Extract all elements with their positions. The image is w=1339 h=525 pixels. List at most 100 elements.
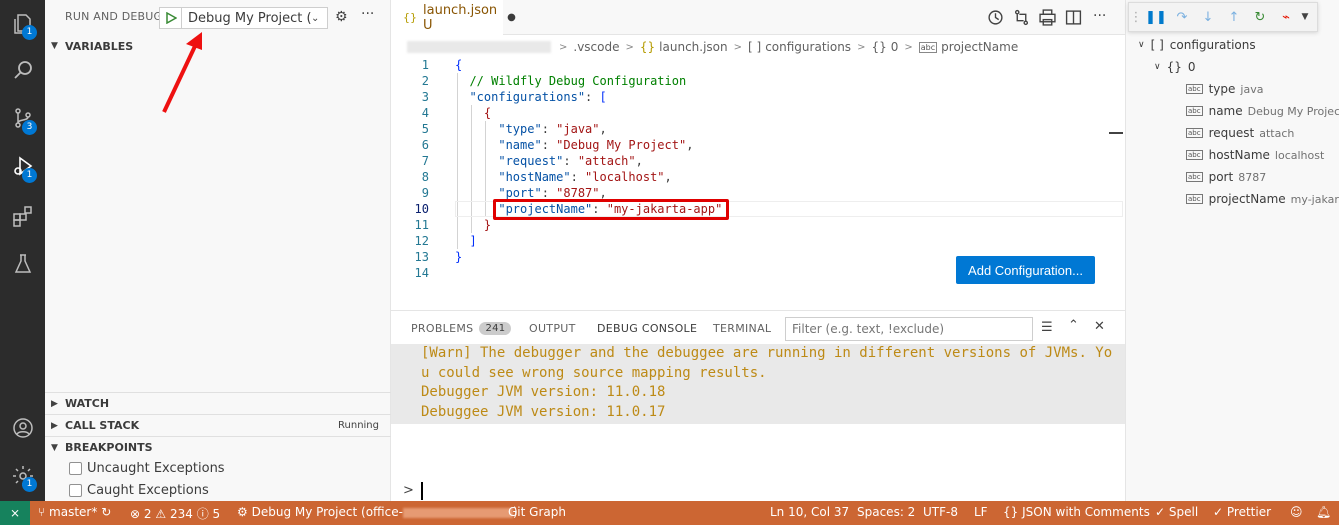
code-token: "java"	[556, 122, 600, 136]
outline-item[interactable]: abc port 8787	[1186, 170, 1266, 184]
string-property-icon: abc	[1186, 194, 1203, 204]
code-token: {	[455, 58, 463, 72]
array-icon: [ ]	[748, 40, 762, 54]
pause-icon[interactable]: ❚❚	[1143, 10, 1169, 25]
status-debug-session[interactable]: ⚙ Debug My Project (office-)	[237, 505, 518, 519]
outline-item[interactable]: abc name Debug My Project	[1186, 104, 1339, 118]
line-number: 9	[421, 186, 429, 200]
feedback-icon[interactable]: ☺	[1290, 505, 1303, 519]
chevron-down-icon[interactable]: ⌄	[311, 13, 327, 24]
breakpoint-uncaught-exceptions[interactable]: Uncaught Exceptions	[69, 458, 225, 478]
unsaved-dot-icon[interactable]: ●	[507, 12, 516, 23]
line-number: 4	[421, 106, 429, 120]
debug-config-selector[interactable]: Debug My Project (office- ⌄	[159, 7, 328, 29]
chevron-right-icon: ▶	[51, 420, 58, 431]
section-watch[interactable]: ▶ WATCH	[45, 392, 391, 414]
more-actions-icon[interactable]: ···	[1093, 8, 1106, 24]
status-prettier[interactable]: ✓ Prettier	[1213, 505, 1271, 519]
code-line: "type": "java",	[455, 122, 606, 136]
word-wrap-icon[interactable]: ☰	[1041, 320, 1053, 335]
section-call-stack-label: CALL STACK	[65, 419, 140, 432]
line-number: 1	[421, 58, 429, 72]
maximize-panel-chevron-up-icon[interactable]: ⌃	[1068, 318, 1079, 333]
close-panel-icon[interactable]: ✕	[1094, 319, 1105, 334]
notifications-bell-icon[interactable]: 🔔︎	[1316, 505, 1331, 519]
drag-handle-icon[interactable]: ⋮	[1129, 10, 1143, 25]
outline-key: projectName	[1208, 192, 1286, 206]
split-editor-icon[interactable]	[1065, 9, 1082, 29]
remote-indicator-icon[interactable]: ⨯	[0, 501, 30, 525]
outline-index[interactable]: ∨ {} 0	[1154, 60, 1196, 74]
status-spell[interactable]: ✓ Spell	[1155, 505, 1198, 519]
section-variables-label: VARIABLES	[65, 39, 134, 53]
extensions-icon[interactable]	[0, 196, 45, 236]
section-breakpoints[interactable]: ▼ BREAKPOINTS	[45, 436, 391, 458]
tab-problems[interactable]: PROBLEMS 241	[411, 311, 512, 346]
print-icon[interactable]	[1039, 9, 1056, 29]
code-editor[interactable]: 1 {2 // Wildfly Debug Configuration 3 "con…	[391, 57, 1125, 310]
breadcrumb-configurations[interactable]: configurations	[765, 40, 851, 54]
code-line: }	[455, 250, 462, 264]
json-file-icon: {}	[403, 11, 417, 24]
explorer-icon[interactable]	[0, 4, 45, 44]
code-line: {	[455, 106, 491, 120]
breadcrumb-prop[interactable]: projectName	[941, 40, 1018, 54]
code-line: }	[455, 218, 491, 232]
testing-icon[interactable]	[0, 244, 45, 284]
search-icon[interactable]	[0, 50, 45, 90]
breadcrumb-file[interactable]: launch.json	[659, 40, 727, 54]
outline-item[interactable]: abc hostName localhost	[1186, 148, 1324, 162]
tab-terminal[interactable]: TERMINAL	[713, 311, 771, 346]
sidebar-title: RUN AND DEBUG	[65, 10, 163, 23]
tab-debug-console[interactable]: DEBUG CONSOLE	[597, 311, 698, 346]
section-call-stack[interactable]: ▶ CALL STACK Running	[45, 414, 391, 436]
status-branch[interactable]: ⑂ master* ↻	[38, 505, 111, 519]
section-breakpoints-label: BREAKPOINTS	[65, 441, 153, 454]
accounts-icon[interactable]	[0, 408, 45, 448]
status-cursor-position[interactable]: Ln 10, Col 37	[770, 505, 849, 519]
more-actions-icon[interactable]: ···	[361, 6, 374, 22]
status-eol[interactable]: LF	[974, 505, 988, 519]
chevron-down-icon[interactable]: ▼	[1299, 12, 1311, 22]
step-into-icon[interactable]: ↓	[1195, 10, 1221, 25]
code-token: :	[585, 90, 600, 104]
console-filter-input[interactable]: Filter (e.g. text, !exclude)	[785, 317, 1033, 341]
problems-count-badge: 241	[479, 322, 512, 335]
outline-item[interactable]: abc projectName my-jakar...	[1186, 192, 1339, 206]
breadcrumb-index[interactable]: 0	[891, 40, 899, 54]
outline-item[interactable]: abc request attach	[1186, 126, 1294, 140]
console-line: Debugger JVM version: 11.0.18	[421, 384, 666, 400]
outline-root[interactable]: ∨ [ ] configurations	[1138, 38, 1256, 52]
section-variables[interactable]: ▼ VARIABLES	[45, 35, 391, 57]
manage-gear-icon[interactable]	[0, 456, 45, 496]
status-errors: 2	[143, 507, 152, 521]
breakpoint-checkbox[interactable]	[69, 461, 82, 475]
indent-guide	[457, 73, 458, 249]
tab-launch-json[interactable]: {} launch.json U ●	[391, 0, 516, 35]
status-problems[interactable]: ⊗ 2 ⚠ 234 ⓘ 5	[130, 505, 220, 522]
step-out-icon[interactable]: ↑	[1221, 10, 1247, 25]
start-debugging-button[interactable]	[160, 8, 182, 28]
status-indentation[interactable]: Spaces: 2	[857, 505, 915, 519]
breakpoint-caught-exceptions[interactable]: Caught Exceptions	[69, 480, 209, 500]
console-input-caret[interactable]	[421, 482, 423, 500]
disconnect-icon[interactable]: ⌁	[1273, 10, 1299, 25]
status-encoding[interactable]: UTF-8	[923, 505, 958, 519]
tab-output[interactable]: OUTPUT	[529, 311, 576, 346]
open-launch-json-gear-icon[interactable]: ⚙	[335, 9, 348, 25]
compare-changes-icon[interactable]	[1013, 9, 1030, 29]
status-git-graph[interactable]: Git Graph	[508, 505, 566, 519]
add-configuration-button[interactable]: Add Configuration...	[956, 256, 1095, 284]
breadcrumb-folder[interactable]: .vscode	[573, 40, 619, 54]
status-language[interactable]: {} JSON with Comments	[1003, 505, 1150, 519]
debug-console-output: [Warn] The debugger and the debuggee are…	[391, 344, 1125, 424]
red-highlight-box-annotation	[493, 199, 729, 220]
outline-item[interactable]: abc type java	[1186, 82, 1263, 96]
restart-icon[interactable]: ↻	[1247, 10, 1273, 25]
step-over-icon[interactable]: ↷	[1169, 10, 1195, 25]
outline-root-label: configurations	[1169, 38, 1256, 52]
info-icon: ⓘ	[196, 507, 209, 521]
breakpoint-checkbox[interactable]	[69, 483, 82, 497]
timeline-history-icon[interactable]	[987, 9, 1004, 29]
code-token: // Wildfly Debug Configuration	[455, 74, 687, 88]
